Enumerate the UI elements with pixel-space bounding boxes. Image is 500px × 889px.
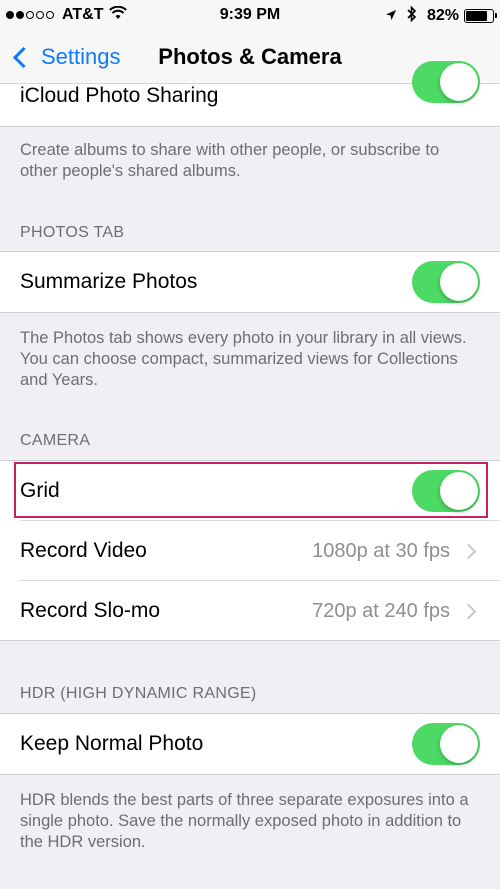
- divider: [0, 640, 500, 641]
- grid-label: Grid: [20, 479, 60, 502]
- record-video-row[interactable]: Record Video 1080p at 30 fps: [0, 521, 500, 581]
- toggle-knob: [440, 263, 478, 301]
- keep-normal-photo-label: Keep Normal Photo: [20, 732, 204, 755]
- photos-tab-section-header: PHOTOS TAB: [20, 224, 125, 241]
- record-slomo-label: Record Slo-mo: [20, 599, 161, 622]
- record-slomo-row[interactable]: Record Slo-mo 720p at 240 fps: [0, 581, 500, 641]
- camera-section-header: CAMERA: [20, 432, 91, 449]
- photos-tab-group: Summarize Photos: [0, 252, 500, 312]
- toggle-knob: [440, 472, 478, 510]
- bluetooth-icon: [407, 5, 417, 26]
- divider: [0, 312, 500, 313]
- icloud-photo-sharing-row[interactable]: iCloud Photo Sharing: [0, 61, 500, 126]
- hdr-footer-text: HDR blends the best parts of three separ…: [20, 791, 469, 851]
- summarize-photos-toggle[interactable]: [412, 261, 480, 303]
- battery-percent: 82%: [426, 7, 459, 24]
- keep-normal-photo-row[interactable]: Keep Normal Photo: [0, 714, 500, 774]
- battery-level-fill: [466, 11, 488, 21]
- location-arrow-icon: [385, 8, 397, 24]
- chevron-right-icon: [460, 603, 477, 619]
- toggle-knob: [440, 63, 478, 101]
- record-video-label: Record Video: [20, 539, 147, 562]
- status-bar: AT&T 9:39 PM 82%: [0, 0, 500, 30]
- grid-row[interactable]: Grid: [0, 461, 500, 521]
- chevron-right-icon: [460, 543, 477, 559]
- toggle-knob: [440, 725, 478, 763]
- hdr-group: Keep Normal Photo: [0, 714, 500, 774]
- battery-icon: [464, 9, 497, 23]
- status-right: 82%: [385, 5, 497, 26]
- divider: [0, 774, 500, 775]
- camera-group: Grid Record Video 1080p at 30 fps Record…: [0, 461, 500, 641]
- icloud-footer-text: Create albums to share with other people…: [20, 141, 440, 180]
- summarize-photos-row[interactable]: Summarize Photos: [0, 252, 500, 312]
- grid-toggle[interactable]: [412, 470, 480, 512]
- photos-tab-footer-text: The Photos tab shows every photo in your…: [20, 329, 467, 389]
- icloud-group: iCloud Photo Sharing: [0, 61, 500, 126]
- icloud-photo-sharing-toggle[interactable]: [412, 61, 480, 103]
- record-slomo-value: 720p at 240 fps: [312, 599, 450, 622]
- keep-normal-photo-toggle[interactable]: [412, 723, 480, 765]
- divider: [0, 126, 500, 127]
- summarize-photos-label: Summarize Photos: [20, 270, 198, 293]
- record-video-value: 1080p at 30 fps: [312, 539, 450, 562]
- icloud-photo-sharing-label: iCloud Photo Sharing: [20, 84, 219, 107]
- hdr-section-header: HDR (HIGH DYNAMIC RANGE): [20, 685, 257, 702]
